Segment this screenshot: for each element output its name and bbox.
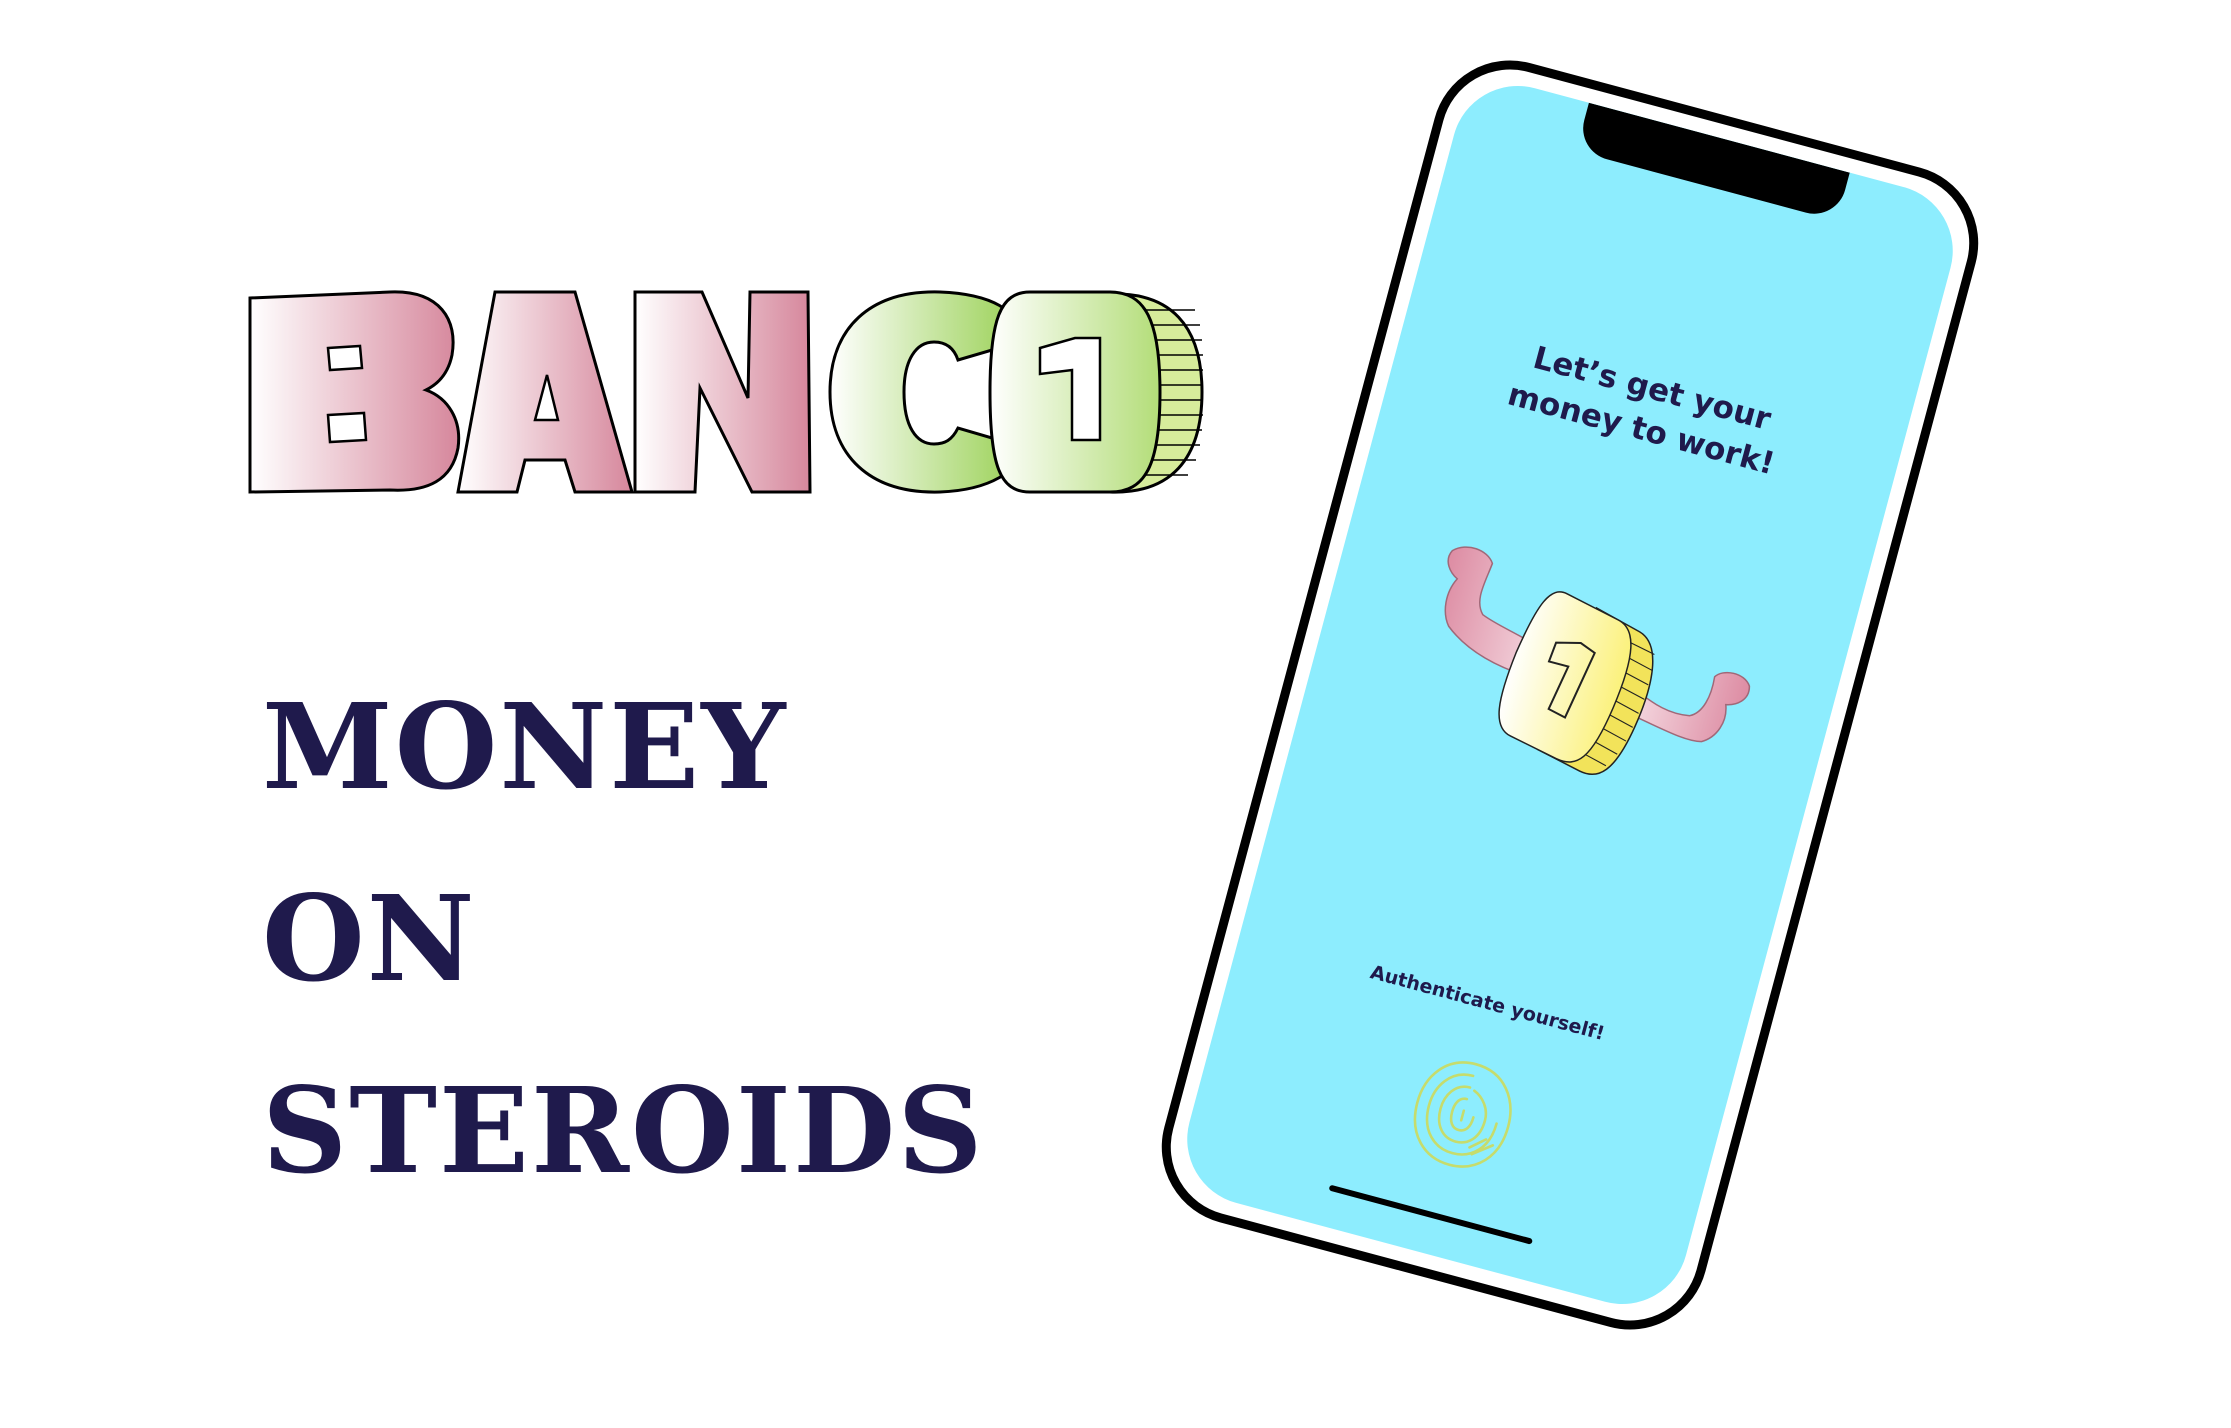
welcome-headline: Let’s get your money to work! (1503, 339, 1779, 483)
logo-letter-b (248, 290, 461, 494)
logo-letter-a (456, 290, 634, 494)
phone-frame: Let’s get your money to work! Authentica… (1144, 42, 1996, 1348)
tagline-line-steroids: STEROIDS (262, 1061, 985, 1200)
phone-screen: Let’s get your money to work! Authentica… (1172, 71, 1968, 1319)
tagline-line-on: ON (262, 869, 477, 1008)
fingerprint-icon[interactable] (1394, 1042, 1531, 1186)
coin-body (1498, 591, 1655, 776)
phone-notch (1575, 102, 1850, 221)
banco-logo (248, 290, 1204, 494)
tagline-line-money: MONEY (262, 677, 788, 816)
authenticate-label: Authenticate yourself! (1367, 961, 1607, 1046)
phone-mockup: Let’s get your money to work! Authentica… (1144, 42, 1996, 1348)
home-indicator[interactable] (1328, 1184, 1533, 1245)
muscle-coin-mascot (1444, 546, 1751, 776)
logo-letter-n (633, 290, 812, 494)
logo-coin-o (988, 290, 1204, 494)
